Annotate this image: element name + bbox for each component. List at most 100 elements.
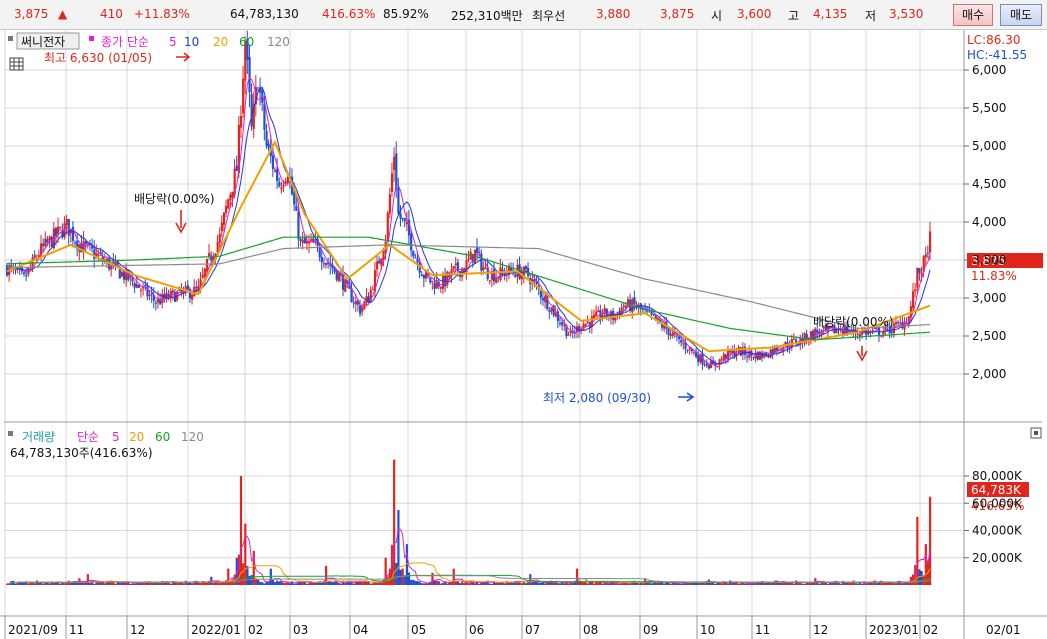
volume-bar (412, 579, 415, 585)
candle-body (44, 238, 47, 247)
x-tick-label: 08 (583, 623, 598, 637)
volume-bar (629, 583, 632, 585)
volume-bar (567, 583, 570, 585)
sell-button[interactable]: 매도 (1000, 4, 1042, 26)
low-price: 3,530 (889, 7, 924, 21)
candle-body (337, 272, 340, 282)
candle-body (452, 266, 455, 270)
volume-bar (344, 582, 347, 585)
candle-body (401, 217, 404, 219)
volume-bar (88, 582, 92, 585)
volume-bar (916, 516, 919, 585)
volume-bar (627, 583, 630, 585)
volume-title: 거래량 (22, 430, 55, 444)
volume-bar (131, 583, 134, 585)
volume-bar (180, 582, 183, 585)
x-tick-label: 03 (293, 623, 308, 637)
candle-body (431, 281, 434, 283)
candle-body (386, 212, 389, 240)
candle-body (33, 255, 36, 258)
price-tick-label: 5,500 (972, 101, 1006, 115)
candle-body (544, 296, 547, 303)
candle-body (622, 305, 625, 307)
volume-bar (182, 583, 185, 585)
volume-bar (839, 583, 842, 585)
volume-bar (293, 583, 296, 585)
candle-body (697, 355, 700, 362)
buy-button[interactable]: 매수 (953, 4, 993, 26)
candle-body (57, 226, 60, 234)
candle-body (301, 240, 304, 243)
candle-body (414, 257, 417, 259)
dividend-label-1: 배당락(0.00%) (134, 192, 215, 206)
candle-body (354, 301, 357, 305)
volume-bar (282, 582, 285, 585)
candle-body (222, 212, 226, 225)
trade-amount: 252,310백만 (451, 9, 523, 23)
candle-body (767, 356, 770, 358)
candle-body (48, 236, 51, 241)
candle-body (541, 298, 545, 301)
best-quote-label: 최우선 (532, 9, 566, 23)
volume-bar (601, 583, 604, 585)
candle-body (561, 321, 564, 326)
volume-bar (82, 582, 85, 585)
volume-bar (718, 582, 721, 585)
volume-bar (803, 583, 806, 585)
price-tick-label: 6,000 (972, 63, 1006, 77)
grid-toggle-icon[interactable] (9, 57, 24, 71)
volume-tick-label: 40,000K (972, 524, 1023, 538)
volume-bar (152, 582, 155, 585)
volume-bar (899, 580, 902, 585)
volume-bar (159, 582, 162, 585)
candle-body (14, 269, 17, 271)
volume-tick-label: 80,000K (972, 469, 1023, 483)
volume-bar (446, 583, 449, 585)
candle-body (914, 289, 917, 292)
candle-body (403, 218, 406, 222)
candle-body (133, 283, 136, 288)
candle-body (894, 322, 898, 325)
candle-body (307, 241, 311, 244)
volume-bar (169, 583, 172, 585)
volume-bar (433, 580, 436, 585)
volume-bar (920, 570, 923, 585)
candle-body (524, 266, 528, 270)
candle-body (482, 267, 485, 271)
candle-body (42, 243, 45, 246)
volume-bar (529, 574, 532, 585)
volume-bar (618, 583, 621, 585)
volume-bar (439, 583, 443, 585)
candle-body (227, 199, 230, 209)
volume-bar (616, 583, 619, 585)
candle-body (86, 243, 90, 245)
volume-bar (278, 581, 281, 585)
candle-body (239, 116, 243, 128)
volume-bar (441, 582, 445, 585)
candle-body (616, 312, 619, 314)
stock-chart[interactable]: 써니전자 종가 단순 5 10 20 60 120 LC:86.30 HC:-4… (0, 30, 1047, 639)
volume-bar (29, 582, 32, 585)
candle-body (678, 336, 681, 339)
candle-body (137, 284, 141, 288)
x-tick-label: 02 (248, 623, 263, 637)
candle-body (54, 228, 58, 237)
volume-bar (114, 583, 117, 585)
volume-bar (544, 583, 547, 585)
ma10-legend: 10 (184, 35, 199, 49)
candle-body (161, 293, 164, 303)
volume-bar (637, 583, 640, 585)
volume-bar (420, 583, 423, 585)
candle-body (265, 130, 268, 146)
high-label: 고 (788, 9, 800, 23)
turnover-ratio: 85.92% (383, 7, 429, 21)
volume-bar (882, 583, 885, 585)
candle-body (592, 314, 596, 318)
volume-bar (222, 582, 226, 585)
volume-bar (59, 583, 62, 585)
volume-bar (458, 583, 462, 585)
volume-bar (907, 582, 910, 585)
volume-bar (199, 583, 202, 585)
candle-body (484, 267, 487, 269)
candle-body (439, 287, 443, 289)
